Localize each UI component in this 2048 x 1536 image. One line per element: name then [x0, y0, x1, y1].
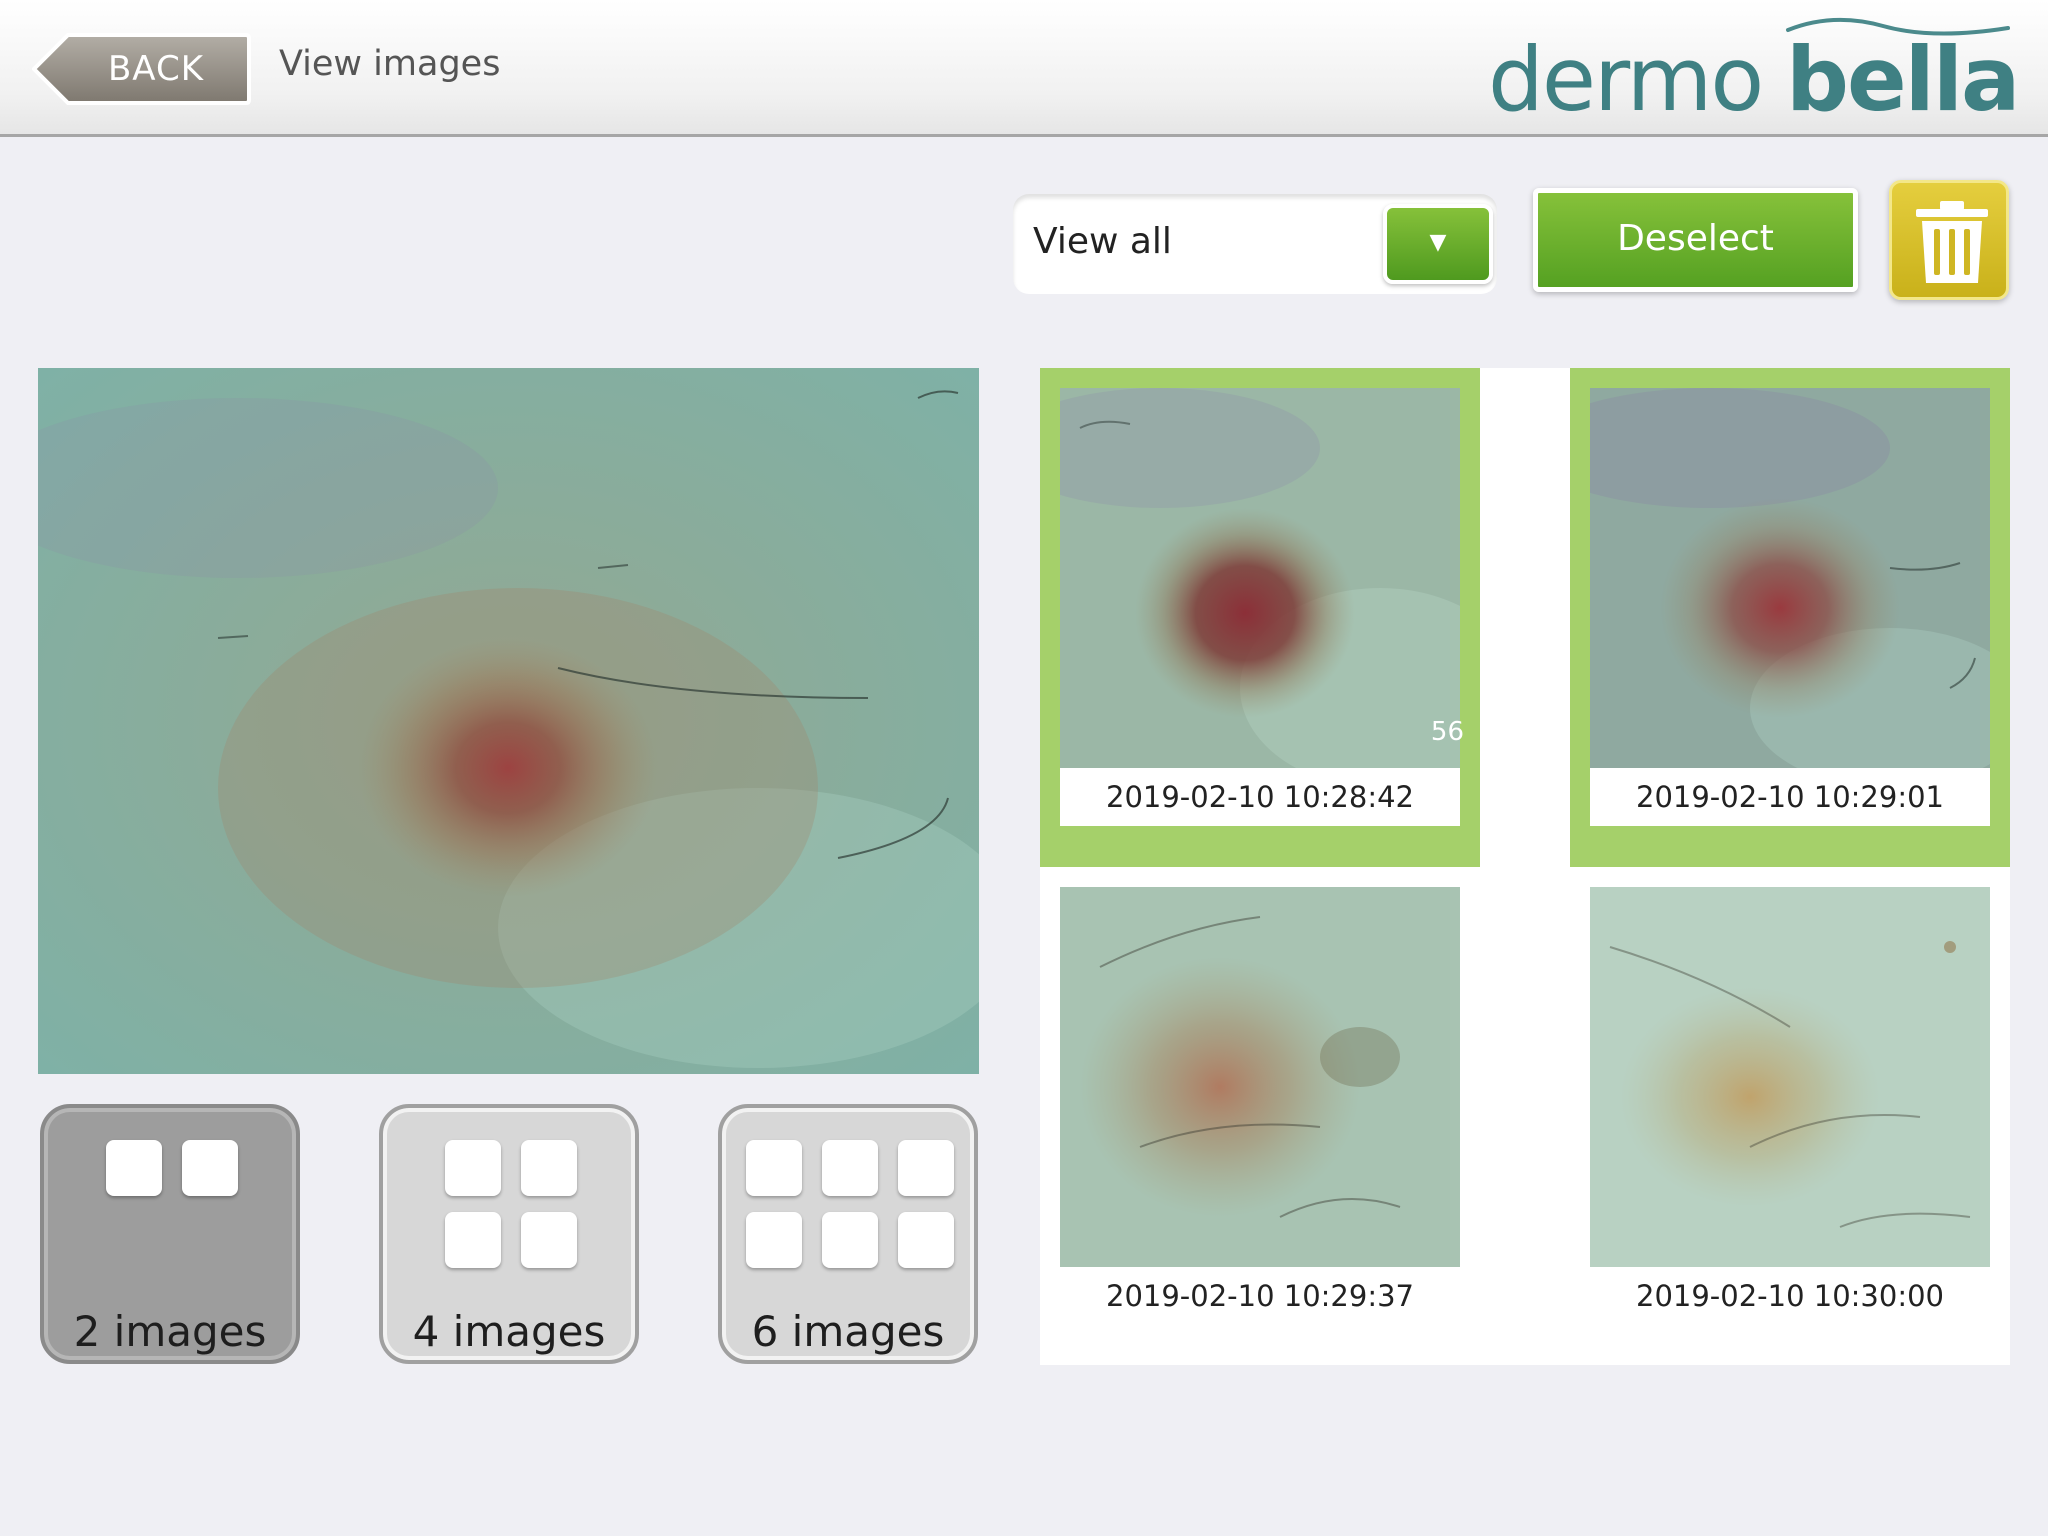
thumbnail-card[interactable]: 2019-02-10 10:29:01 — [1570, 368, 2010, 867]
logo-text-bella: bella — [1786, 28, 2018, 124]
grid-cell-icon — [182, 1140, 238, 1196]
layout-label: 2 images — [73, 1307, 267, 1356]
layout-4-images-button[interactable]: 4 images — [379, 1104, 639, 1364]
thumbnail-image — [1590, 388, 1990, 768]
grid-cell-icon — [521, 1212, 577, 1268]
grid-cell-icon — [898, 1140, 954, 1196]
trash-icon — [1916, 201, 1988, 283]
thumbnail-image — [1590, 887, 1990, 1267]
grid-cell-icon — [822, 1140, 878, 1196]
layout-label: 6 images — [751, 1307, 945, 1356]
thumbnail-timestamp: 2019-02-10 10:28:42 — [1060, 768, 1460, 826]
delete-button[interactable] — [1889, 180, 2009, 300]
thumbnail-timestamp: 2019-02-10 10:29:37 — [1060, 1267, 1460, 1325]
thumbnail-grid: 56 2019-02-10 10:28:42 2019-02-10 10:29:… — [1040, 368, 2010, 1365]
thumbnail-card[interactable]: 56 2019-02-10 10:28:42 — [1040, 368, 1480, 867]
thumbnail-image — [1060, 388, 1460, 768]
grid-cell-icon — [898, 1212, 954, 1268]
deselect-button[interactable]: Deselect — [1533, 188, 1858, 292]
layout-label: 4 images — [412, 1307, 606, 1356]
thumbnail-image — [1060, 887, 1460, 1267]
logo-text-dermo: dermo — [1488, 28, 1762, 124]
dropdown-toggle-button[interactable]: ▼ — [1383, 204, 1493, 284]
thumbnail-timestamp: 2019-02-10 10:30:00 — [1590, 1267, 1990, 1325]
grid-cell-icon — [106, 1140, 162, 1196]
grid-cell-icon — [521, 1140, 577, 1196]
filter-dropdown[interactable]: View all ▼ — [1013, 194, 1497, 294]
thumbnail-card[interactable]: 2019-02-10 10:30:00 — [1570, 867, 2010, 1366]
grid-cell-icon — [746, 1140, 802, 1196]
triangle-down-icon: ▼ — [1429, 230, 1447, 255]
layout-2-images-button[interactable]: 2 images — [40, 1104, 300, 1364]
main-preview-image[interactable] — [38, 368, 979, 1074]
layout-6-images-button[interactable]: 6 images — [718, 1104, 978, 1364]
grid-cell-icon — [746, 1212, 802, 1268]
thumbnail-card[interactable]: 2019-02-10 10:29:37 — [1040, 867, 1480, 1366]
grid-cell-icon — [445, 1140, 501, 1196]
grid-cell-icon — [445, 1212, 501, 1268]
grid-cell-icon — [822, 1212, 878, 1268]
filter-value: View all — [1033, 221, 1172, 262]
thumbnail-timestamp: 2019-02-10 10:29:01 — [1590, 768, 1990, 826]
back-button[interactable]: BACK — [32, 33, 251, 105]
page-title: View images — [279, 44, 501, 84]
dermo-bella-logo: dermo bella — [1488, 17, 2018, 124]
back-button-label: BACK — [107, 49, 205, 89]
image-count-badge: 56 — [1430, 717, 1464, 747]
top-bar: BACK View images dermo bella — [0, 0, 2048, 137]
